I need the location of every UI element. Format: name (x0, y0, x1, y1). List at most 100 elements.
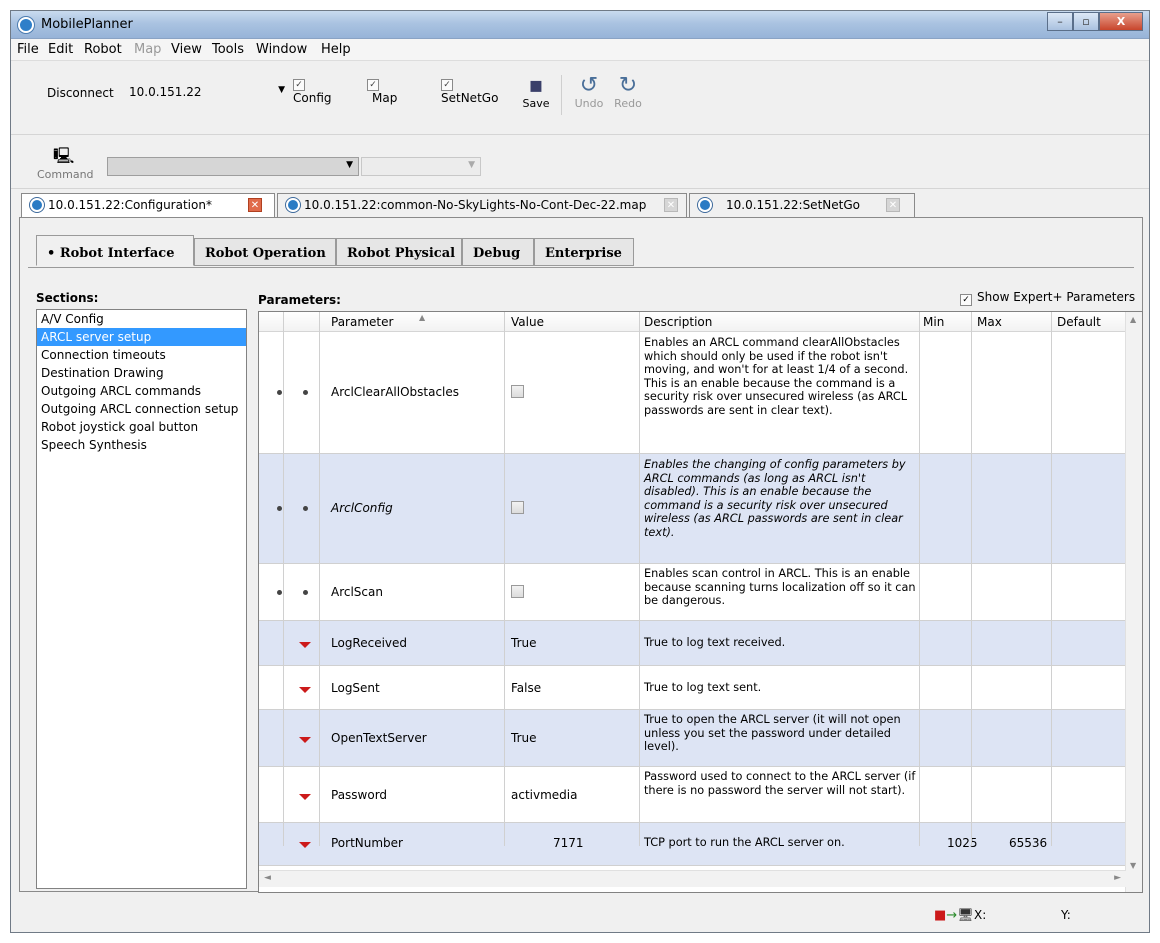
status-bar: ■→🖥 X: Y: (11, 894, 1149, 932)
scroll-down-icon[interactable]: ▼ (1130, 861, 1136, 870)
column-divider (504, 312, 505, 846)
close-button[interactable]: X (1099, 12, 1143, 31)
table-row[interactable]: ArclScan Enables scan control in ARCL. T… (259, 564, 1126, 621)
command-combo[interactable]: ▼ (107, 157, 359, 176)
tab-map[interactable]: 10.0.151.22:common-No-SkyLights-No-Cont-… (277, 193, 687, 217)
parameter-description: True to open the ARCL server (it will no… (644, 713, 901, 754)
parameter-name: Password (331, 788, 388, 802)
column-header-parameter[interactable]: Parameter (331, 315, 393, 329)
table-row[interactable]: LogSent False True to log text sent. (259, 666, 1126, 710)
bullet-icon (303, 506, 308, 511)
save-button[interactable]: ▪ Save (520, 75, 552, 111)
section-item-destination-drawing[interactable]: Destination Drawing (37, 364, 246, 382)
parameter-value[interactable]: activmedia (511, 788, 577, 802)
parameter-name: ArclClearAllObstacles (331, 385, 460, 399)
undo-button[interactable]: ↺ Undo (572, 75, 606, 111)
parameters-grid[interactable]: Parameter ▲ Value Description Min Max De… (258, 311, 1143, 893)
column-header-default[interactable]: Default (1057, 315, 1101, 329)
menu-map: Map (134, 42, 162, 57)
toolbar-separator (561, 75, 562, 115)
close-tab-icon[interactable]: ✕ (248, 198, 262, 212)
chevron-down-icon: ▼ (468, 160, 475, 170)
minimize-button[interactable]: – (1047, 12, 1073, 31)
tab-robot-physical[interactable]: Robot Physical (336, 238, 462, 266)
section-item-outgoing-arcl-connection-setup[interactable]: Outgoing ARCL connection setup (37, 400, 246, 418)
title-bar[interactable]: MobilePlanner – ▫ X (11, 11, 1149, 39)
show-expert-checkbox[interactable]: ✓ Show Expert+ Parameters (960, 290, 1135, 306)
expand-arrow-icon[interactable] (299, 842, 311, 848)
menu-file[interactable]: File (17, 42, 39, 57)
disconnect-button[interactable]: Disconnect (47, 86, 114, 100)
expand-arrow-icon[interactable] (299, 794, 311, 800)
parameter-value[interactable]: 7171 (553, 836, 584, 850)
expand-arrow-icon[interactable] (299, 687, 311, 693)
column-header-min[interactable]: Min (923, 315, 944, 329)
redo-label: Redo (614, 97, 642, 110)
parameter-value-checkbox[interactable] (511, 385, 524, 398)
check-icon: ✓ (441, 79, 453, 91)
menu-help[interactable]: Help (321, 42, 351, 57)
parameter-description: Enables scan control in ARCL. This is an… (644, 567, 916, 608)
parameter-value[interactable]: False (511, 681, 541, 695)
section-item-robot-joystick-goal-button[interactable]: Robot joystick goal button (37, 418, 246, 436)
menu-window[interactable]: Window (256, 42, 307, 57)
table-row[interactable]: Password activmedia Password used to con… (259, 767, 1126, 823)
robot-app-icon (30, 198, 44, 212)
chevron-down-icon: ▼ (278, 85, 285, 95)
section-item-arcl-server-setup[interactable]: ARCL server setup (37, 328, 246, 346)
parameter-name: PortNumber (331, 836, 403, 850)
menu-robot[interactable]: Robot (84, 42, 122, 57)
tab-robot-interface[interactable]: • Robot Interface (36, 235, 194, 266)
column-divider (971, 312, 972, 846)
robot-address-combo[interactable]: 10.0.151.22 ▼ (121, 79, 289, 103)
section-item-connection-timeouts[interactable]: Connection timeouts (37, 346, 246, 364)
table-row[interactable]: PortNumber 7171 TCP port to run the ARCL… (259, 823, 1126, 866)
table-row[interactable]: OpenTextServer True True to open the ARC… (259, 710, 1126, 767)
scroll-up-icon[interactable]: ▲ (1130, 315, 1136, 324)
parameter-value-checkbox[interactable] (511, 501, 524, 514)
parameter-value[interactable]: True (511, 731, 537, 745)
menu-tools[interactable]: Tools (212, 42, 244, 57)
close-tab-icon[interactable]: ✕ (664, 198, 678, 212)
table-row[interactable]: LogReceived True True to log text receiv… (259, 621, 1126, 666)
grid-header: Parameter ▲ Value Description Min Max De… (259, 312, 1142, 332)
robot-app-icon (286, 198, 300, 212)
parameter-value-checkbox[interactable] (511, 585, 524, 598)
section-item-speech-synthesis[interactable]: Speech Synthesis (37, 436, 246, 454)
tab-robot-operation[interactable]: Robot Operation (194, 238, 336, 266)
show-expert-label: Show Expert+ Parameters (977, 290, 1136, 304)
column-header-description[interactable]: Description (644, 315, 712, 329)
expand-arrow-icon[interactable] (299, 737, 311, 743)
section-item-outgoing-arcl-commands[interactable]: Outgoing ARCL commands (37, 382, 246, 400)
column-header-max[interactable]: Max (977, 315, 1002, 329)
menu-edit[interactable]: Edit (48, 42, 73, 57)
parameter-name: LogSent (331, 681, 380, 695)
column-header-value[interactable]: Value (511, 315, 544, 329)
parameter-description: Password used to connect to the ARCL ser… (644, 770, 916, 797)
table-row[interactable]: ArclClearAllObstacles Enables an ARCL co… (259, 332, 1126, 454)
tab-configuration[interactable]: 10.0.151.22:Configuration* ✕ (21, 193, 275, 217)
horizontal-scrollbar[interactable]: ◄ ► (259, 870, 1126, 887)
tab-enterprise[interactable]: Enterprise (534, 238, 634, 266)
app-icon (18, 17, 34, 33)
save-label: Save (522, 97, 550, 110)
close-tab-icon[interactable]: ✕ (886, 198, 900, 212)
check-icon: ✓ (367, 79, 379, 91)
sections-list[interactable]: A/V Config ARCL server setup Connection … (36, 309, 247, 889)
parameter-value[interactable]: True (511, 636, 537, 650)
redo-button[interactable]: ↻ Redo (611, 75, 645, 111)
section-item-av-config[interactable]: A/V Config (37, 310, 246, 328)
expand-arrow-icon[interactable] (299, 642, 311, 648)
maximize-button[interactable]: ▫ (1073, 12, 1099, 31)
tab-debug[interactable]: Debug (462, 238, 534, 266)
vertical-scrollbar[interactable]: ▲ ▼ (1125, 312, 1142, 892)
window-title: MobilePlanner (41, 17, 133, 32)
scroll-right-icon[interactable]: ► (1114, 873, 1121, 883)
table-row[interactable]: ArclConfig Enables the changing of confi… (259, 454, 1126, 564)
sections-title: Sections: (36, 291, 99, 305)
menu-view[interactable]: View (171, 42, 202, 57)
tab-setnetgo[interactable]: 10.0.151.22:SetNetGo ✕ (689, 193, 915, 217)
command-argument-combo[interactable]: ▼ (361, 157, 481, 176)
x-coordinate-label: X: (974, 908, 987, 922)
scroll-left-icon[interactable]: ◄ (264, 873, 271, 883)
